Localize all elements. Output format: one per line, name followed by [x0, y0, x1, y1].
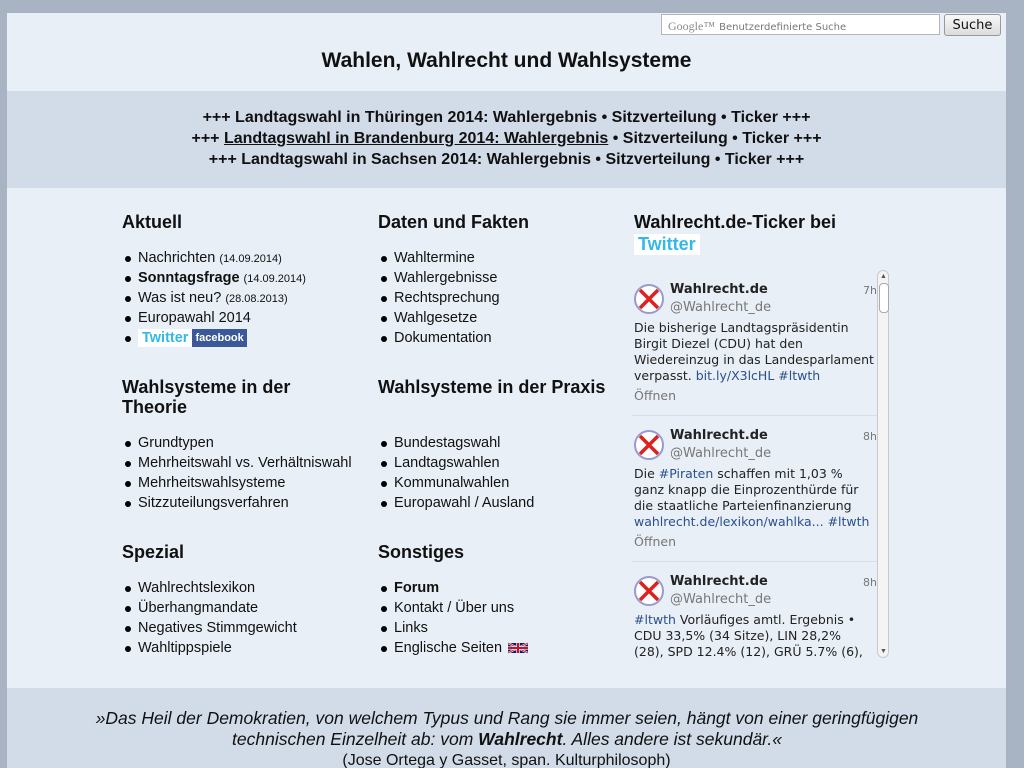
tweet-author[interactable]: Wahlrecht.de: [670, 428, 768, 443]
menu-item-forum[interactable]: Forum: [378, 578, 528, 598]
search-placeholder: Benutzerdefinierte Suche: [719, 22, 847, 33]
menu-item-europawahl[interactable]: Europawahl 2014: [122, 308, 306, 328]
menu-spezial: Wahlrechtslexikon Überhangmandate Negati…: [122, 578, 297, 658]
hashtag-link[interactable]: #Piraten: [659, 466, 714, 481]
tweet-text: #ltwth Vorläufiges amtl. Ergebnis • CDU …: [634, 612, 863, 658]
twitter-timeline[interactable]: Wahlrecht.de @Wahlrecht_de 7h Die bisher…: [632, 270, 890, 658]
menu-theorie: Grundtypen Mehrheitswahl vs. Verhältnisw…: [122, 433, 352, 513]
tweet-link[interactable]: bit.ly/X3lcHL #ltwth: [696, 368, 820, 383]
menu-item-mehrheitswahl-vs-verhaeltniswahl[interactable]: Mehrheitswahl vs. Verhältniswahl: [122, 453, 352, 473]
quote-text: »Das Heil der Demokratien, von welchem T…: [95, 708, 919, 749]
tweet[interactable]: Wahlrecht.de @Wahlrecht_de 8h #ltwth Vor…: [632, 562, 877, 658]
tweet-open-link[interactable]: Öffnen: [634, 388, 676, 403]
ballot-cross-icon: [638, 580, 660, 602]
menu-item-dokumentation[interactable]: Dokumentation: [378, 328, 500, 348]
menu-praxis: Bundestagswahl Landtagswahlen Kommunalwa…: [378, 433, 534, 513]
menu-item-grundtypen[interactable]: Grundtypen: [122, 433, 352, 453]
brandenburg-result-link[interactable]: Landtagswahl in Brandenburg 2014: Wahler…: [224, 130, 608, 147]
menu-item-mehrheitswahlsysteme[interactable]: Mehrheitswahlsysteme: [122, 473, 352, 493]
ticker-sachsen[interactable]: +++ Landtagswahl in Sachsen 2014: Wahler…: [7, 151, 1006, 169]
menu-item-wahlergebnisse[interactable]: Wahlergebnisse: [378, 268, 500, 288]
scroll-up-icon[interactable]: ▲: [880, 273, 887, 280]
tweet-time[interactable]: 8h: [863, 430, 877, 443]
menu-item-nachrichten[interactable]: Nachrichten (14.09.2014): [122, 248, 306, 268]
search-button[interactable]: Suche: [944, 14, 1001, 36]
ballot-cross-icon: [638, 434, 660, 456]
ticker-thueringen[interactable]: +++ Landtagswahl in Thüringen 2014: Wahl…: [7, 109, 1006, 127]
menu-item-wahltermine[interactable]: Wahltermine: [378, 248, 500, 268]
tweet-text: Die #Piraten schaffen mit 1,03 % ganz kn…: [634, 466, 874, 530]
tweet-text: Die bisherige Landtagspräsidentin Birgit…: [634, 320, 874, 383]
quote-band: »Das Heil der Demokratien, von welchem T…: [7, 688, 1006, 768]
facebook-link[interactable]: facebook: [192, 329, 247, 348]
menu-item-landtagswahlen[interactable]: Landtagswahlen: [378, 453, 534, 473]
tweet-author[interactable]: Wahlrecht.de: [670, 282, 768, 297]
tweet-time[interactable]: 7h: [863, 284, 877, 297]
menu-item-negatives-stimmgewicht[interactable]: Negatives Stimmgewicht: [122, 618, 297, 638]
search-input[interactable]: Google™ Benutzerdefinierte Suche: [661, 14, 940, 35]
section-title-aktuell: Aktuell: [122, 212, 183, 232]
quote-source: (Jose Ortega y Gasset, span. Kulturphilo…: [342, 752, 671, 768]
tweet-handle[interactable]: @Wahlrecht_de: [670, 592, 771, 607]
section-title-sonstiges: Sonstiges: [378, 542, 465, 562]
menu-item-social: Twitter facebook: [122, 328, 306, 348]
section-title-praxis: Wahlsysteme in der Praxis: [378, 377, 606, 397]
menu-item-wahltippspiele[interactable]: Wahltippspiele: [122, 638, 297, 658]
menu-item-was-ist-neu[interactable]: Was ist neu? (28.08.2013): [122, 288, 306, 308]
menu-item-kontakt[interactable]: Kontakt / Über uns: [378, 598, 528, 618]
menu-item-englische-seiten[interactable]: Englische Seiten: [378, 638, 529, 658]
page: Google™ Benutzerdefinierte Suche Suche Wa…: [7, 13, 1006, 768]
tweet-open-link[interactable]: Öffnen: [634, 534, 676, 549]
avatar[interactable]: [634, 284, 664, 314]
twitter-word[interactable]: Twitter: [634, 234, 700, 255]
election-ticker-band: +++ Landtagswahl in Thüringen 2014: Wahl…: [7, 91, 1006, 188]
twitter-widget-title: Wahlrecht.de-Ticker bei Twitter: [634, 212, 837, 255]
menu-aktuell: Nachrichten (14.09.2014) Sonntagsfrage (…: [122, 248, 306, 348]
google-logo: Google™: [668, 19, 716, 33]
tweet-handle[interactable]: @Wahlrecht_de: [670, 446, 771, 461]
tweet-time[interactable]: 8h: [863, 576, 877, 589]
scrollbar-thumb[interactable]: [879, 283, 889, 313]
menu-item-europawahl-ausland[interactable]: Europawahl / Ausland: [378, 493, 534, 513]
menu-item-rechtsprechung[interactable]: Rechtsprechung: [378, 288, 500, 308]
menu-sonstiges: Forum Kontakt / Über uns Links Englische…: [378, 578, 529, 658]
menu-item-wahlrechtslexikon[interactable]: Wahlrechtslexikon: [122, 578, 297, 598]
menu-item-wahlgesetze[interactable]: Wahlgesetze: [378, 308, 500, 328]
tweet-link[interactable]: wahlrecht.de/lexikon/wahlka... #ltwth: [634, 514, 874, 530]
ballot-cross-icon: [638, 288, 660, 310]
tweet-author[interactable]: Wahlrecht.de: [670, 574, 768, 589]
menu-daten: Wahltermine Wahlergebnisse Rechtsprechun…: [378, 248, 500, 348]
section-title-theorie: Wahlsysteme in der Theorie: [122, 377, 291, 417]
tweet-handle[interactable]: @Wahlrecht_de: [670, 300, 771, 315]
scroll-down-icon[interactable]: ▼: [880, 648, 887, 655]
twitter-link[interactable]: Twitter: [138, 329, 193, 348]
uk-flag-icon: [508, 642, 529, 655]
section-title-daten: Daten und Fakten: [378, 212, 530, 232]
menu-item-bundestagswahl[interactable]: Bundestagswahl: [378, 433, 534, 453]
hashtag-link[interactable]: #ltwth: [634, 612, 676, 627]
timeline-scrollbar[interactable]: ▲ ▼: [877, 270, 889, 658]
ticker-brandenburg[interactable]: +++ Landtagswahl in Brandenburg 2014: Wa…: [7, 130, 1006, 148]
section-title-spezial: Spezial: [122, 542, 185, 562]
avatar[interactable]: [634, 576, 664, 606]
site-title: Wahlen, Wahlrecht und Wahlsysteme: [321, 49, 692, 72]
menu-item-sitzzuteilungsverfahren[interactable]: Sitzzuteilungsverfahren: [122, 493, 352, 513]
menu-item-kommunalwahlen[interactable]: Kommunalwahlen: [378, 473, 534, 493]
tweet[interactable]: Wahlrecht.de @Wahlrecht_de 8h Die #Pirat…: [632, 416, 877, 562]
menu-item-ueberhangmandate[interactable]: Überhangmandate: [122, 598, 297, 618]
menu-item-sonntagsfrage[interactable]: Sonntagsfrage (14.09.2014): [122, 268, 306, 288]
menu-item-links[interactable]: Links: [378, 618, 528, 638]
tweet[interactable]: Wahlrecht.de @Wahlrecht_de 7h Die bisher…: [632, 270, 877, 416]
avatar[interactable]: [634, 430, 664, 460]
